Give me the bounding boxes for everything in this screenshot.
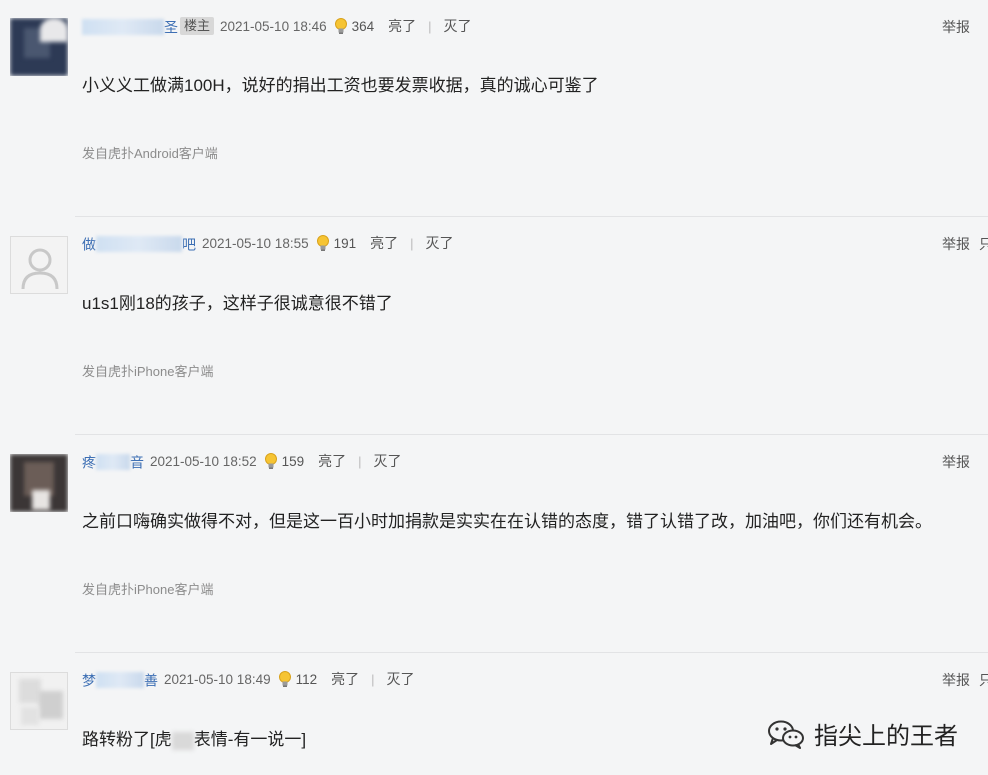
lightbulb-icon: [334, 18, 347, 34]
light-button[interactable]: 亮了: [331, 669, 359, 689]
watermark-text: 指尖上的王者: [814, 723, 958, 750]
lightbulb-icon: [278, 671, 291, 687]
comment-content: 路转粉了[虎 表情-有一说一]: [82, 730, 307, 750]
divider: [75, 652, 988, 653]
comment-content: 之前口嗨确实做得不对，但是这一百小时加捐款是实实在在认错的态度，错了认错了改，加…: [82, 512, 932, 531]
wechat-icon: [768, 720, 804, 749]
divider: [75, 434, 988, 435]
username[interactable]: 圣: [82, 17, 178, 36]
like-count: 112: [295, 671, 318, 687]
dark-button[interactable]: 灭了: [444, 16, 472, 36]
op-badge: 楼主: [180, 17, 215, 35]
avatar[interactable]: [10, 672, 68, 730]
separator: |: [371, 671, 375, 687]
divider: [75, 216, 988, 217]
comment-meta: 疼音 2021-05-10 18:52 159 亮了 | 灭了: [82, 451, 402, 471]
comment-meta: 做吧 2021-05-10 18:55 191 亮了 | 灭了: [82, 233, 454, 253]
lightbulb-icon: [264, 453, 277, 469]
like-count: 364: [351, 18, 375, 34]
like-count: 159: [281, 453, 305, 469]
avatar[interactable]: [10, 18, 68, 76]
client-source: 发自虎扑iPhone客户端: [82, 364, 214, 379]
comment-meta: 梦善 2021-05-10 18:49 112 亮了 | 灭了: [82, 669, 415, 689]
report-button[interactable]: 举报只: [942, 234, 988, 254]
client-source: 发自虎扑iPhone客户端: [82, 582, 214, 597]
redacted-text: [171, 731, 194, 750]
separator: |: [410, 235, 414, 251]
dark-button[interactable]: 灭了: [426, 233, 454, 253]
default-user-icon: [21, 248, 59, 290]
timestamp: 2021-05-10 18:49: [164, 671, 271, 687]
dark-button[interactable]: 灭了: [374, 451, 402, 471]
report-button[interactable]: 举报只: [942, 670, 988, 690]
avatar[interactable]: [10, 236, 68, 294]
separator: |: [358, 453, 362, 469]
username[interactable]: 梦善: [82, 670, 158, 689]
lightbulb-icon: [316, 235, 329, 251]
timestamp: 2021-05-10 18:52: [150, 453, 257, 469]
report-button[interactable]: 举报: [942, 452, 970, 472]
light-button[interactable]: 亮了: [318, 451, 346, 471]
client-source: 发自虎扑Android客户端: [82, 146, 218, 161]
light-button[interactable]: 亮了: [388, 16, 416, 36]
report-button[interactable]: 举报: [942, 17, 970, 37]
light-button[interactable]: 亮了: [370, 233, 398, 253]
comment-meta: 圣 楼主 2021-05-10 18:46 364 亮了 | 灭了: [82, 16, 472, 36]
timestamp: 2021-05-10 18:46: [220, 18, 327, 34]
dark-button[interactable]: 灭了: [387, 669, 415, 689]
username[interactable]: 做吧: [82, 234, 196, 253]
separator: |: [428, 18, 432, 34]
comment-content: u1s1刚18的孩子，这样子很诚意很不错了: [82, 294, 393, 313]
watermark: 指尖上的王者: [766, 716, 958, 751]
comment-content: 小义义工做满100H，说好的捐出工资也要发票收据，真的诚心可鉴了: [82, 76, 599, 95]
timestamp: 2021-05-10 18:55: [202, 235, 309, 251]
username[interactable]: 疼音: [82, 452, 144, 471]
like-count: 191: [333, 235, 357, 251]
avatar[interactable]: [10, 454, 68, 512]
